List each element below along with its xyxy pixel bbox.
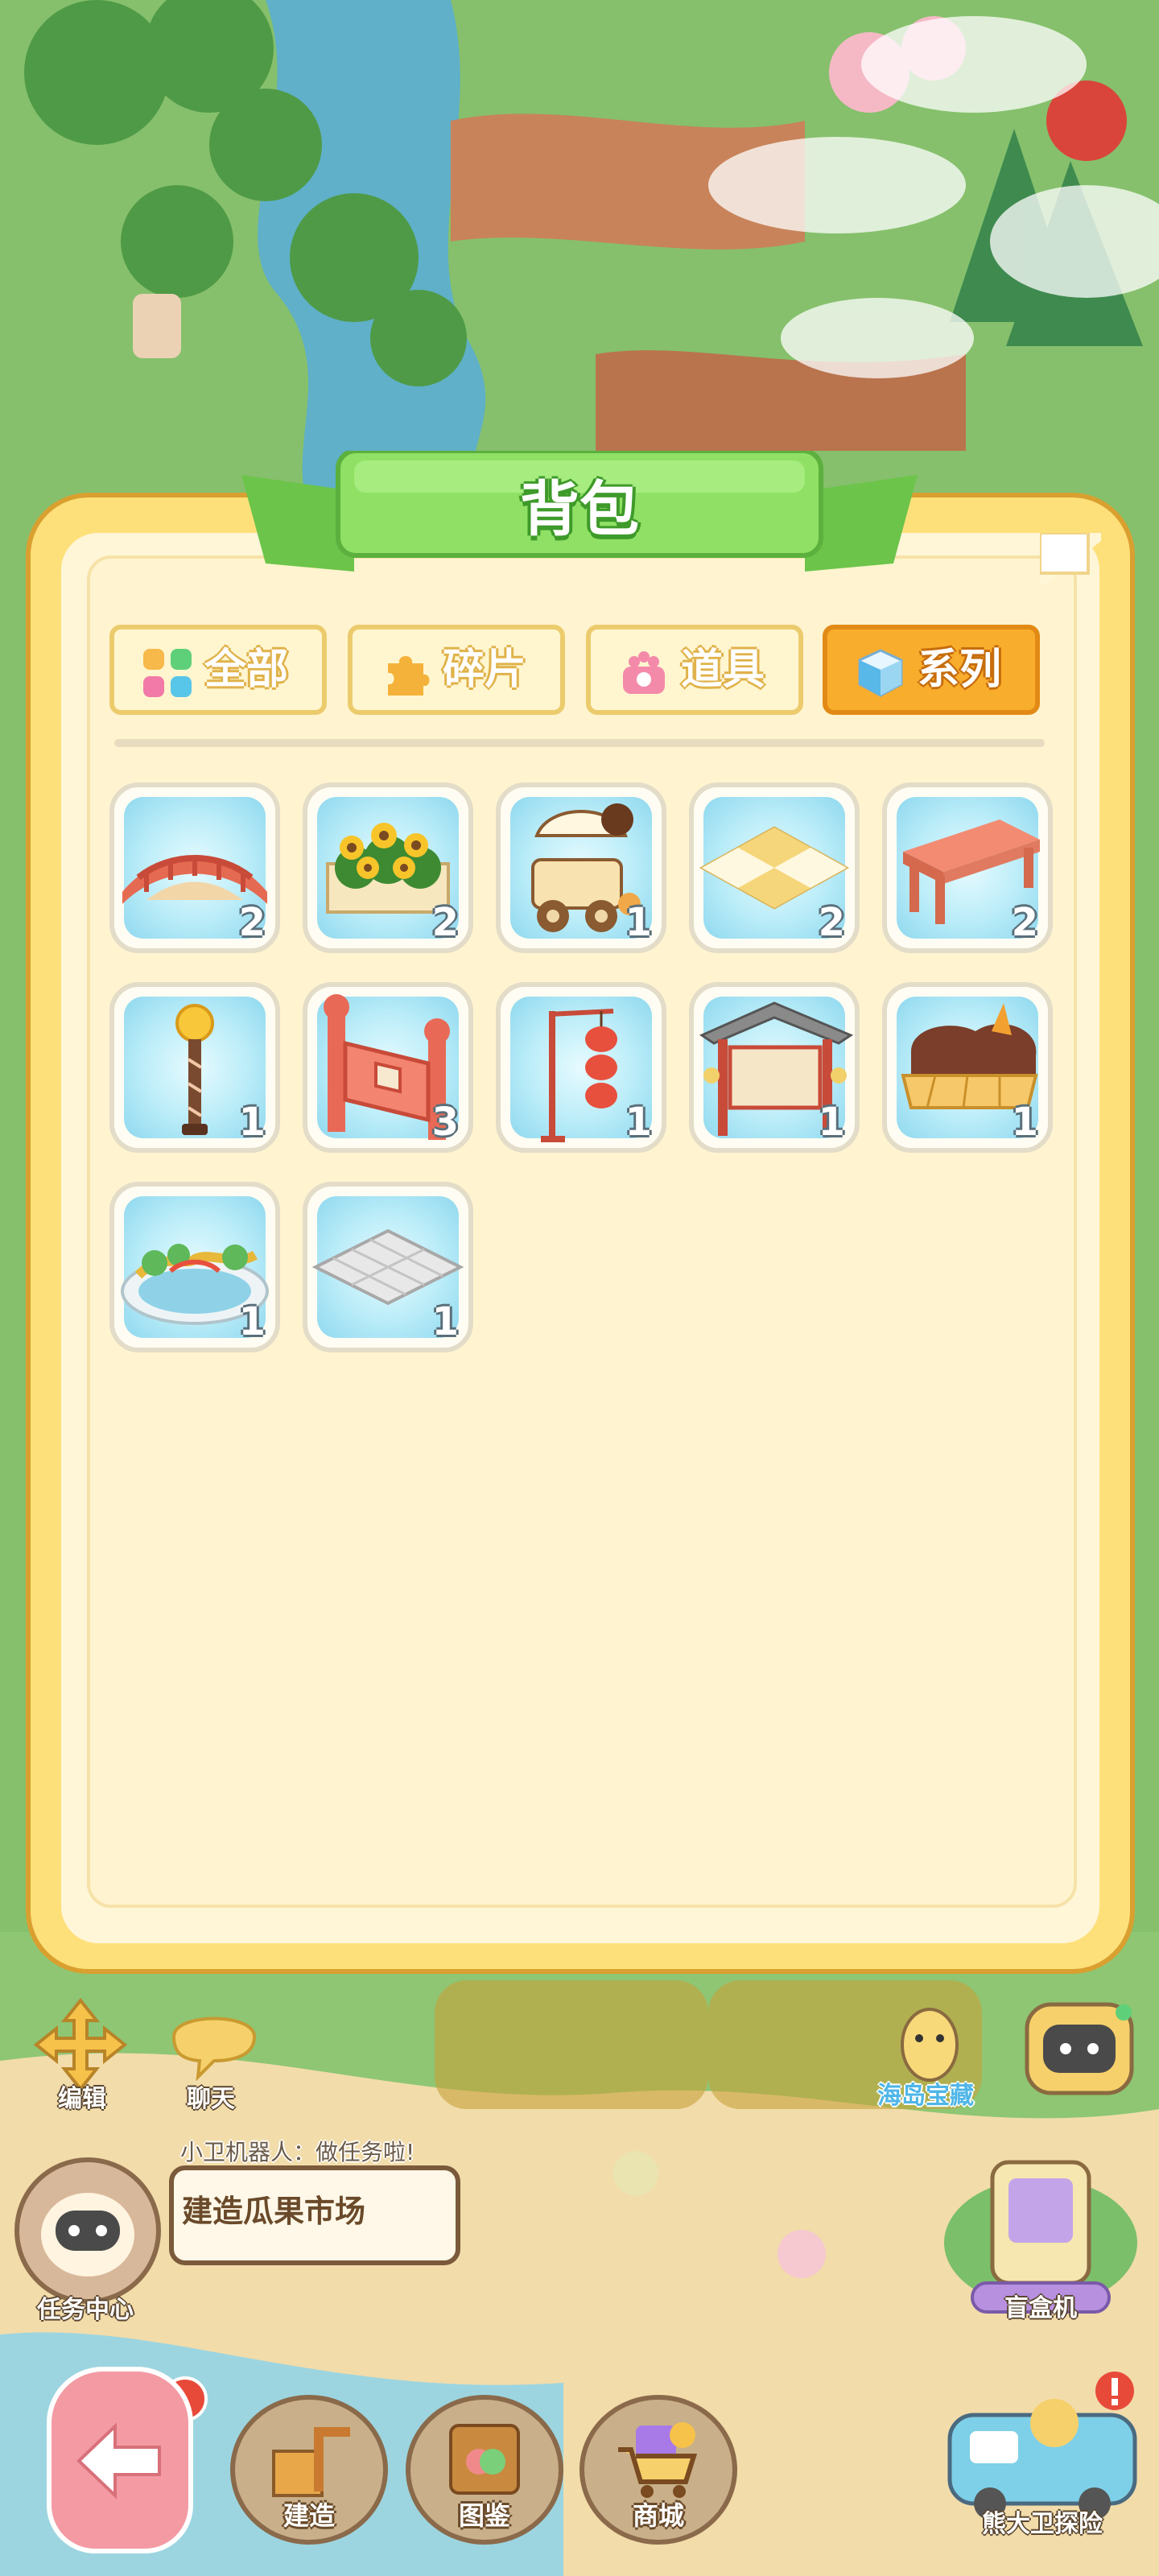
robot-tv-icon[interactable]	[1019, 1988, 1140, 2101]
item-slot-lantern-pole[interactable]: 1	[496, 982, 666, 1153]
tab-divider	[114, 739, 1045, 747]
item-slot-wooden-bench[interactable]: 2	[882, 782, 1053, 953]
tab-all-label: 全部	[204, 646, 289, 694]
task-text: 建造瓜果市场	[182, 2194, 366, 2229]
chat-icon[interactable]	[166, 2004, 262, 2085]
item-count: 2	[431, 900, 459, 945]
cube-icon	[858, 649, 903, 697]
build-label: 建造	[283, 2500, 335, 2531]
item-count: 1	[625, 1100, 652, 1145]
tab-series[interactable]: 系列	[823, 625, 1040, 715]
item-count: 1	[238, 1299, 266, 1344]
back-button[interactable]	[47, 2367, 193, 2553]
island-treasure-label: 海岛宝藏	[877, 2082, 974, 2110]
shop-label: 商城	[632, 2500, 684, 2531]
book-icon	[449, 2424, 520, 2495]
four-squares-icon	[143, 649, 192, 697]
item-count: 1	[431, 1299, 459, 1344]
item-slot-dragon-fountain[interactable]: 1	[109, 1182, 280, 1352]
atlas-label: 图鉴	[458, 2500, 510, 2531]
item-count: 1	[238, 1100, 266, 1145]
item-count: 1	[625, 900, 652, 945]
item-count: 2	[1011, 900, 1038, 945]
item-slot-street-lamp[interactable]: 1	[109, 982, 280, 1153]
item-slot-checkered-floor[interactable]: 2	[689, 782, 860, 953]
page-fold-corner	[1040, 533, 1101, 583]
edit-label: 编辑	[58, 2085, 106, 2113]
item-count: 2	[818, 900, 845, 945]
task-center-robot-icon[interactable]	[11, 2154, 164, 2307]
paw-box-icon	[623, 651, 665, 694]
item-count: 1	[818, 1100, 845, 1145]
robot-message: 小卫机器人：做任务啦!	[180, 2139, 415, 2165]
task-center-label: 任务中心	[37, 2296, 134, 2324]
item-count: 3	[431, 1100, 459, 1145]
back-arrow-icon	[76, 2422, 161, 2500]
tab-fragments[interactable]: 碎片	[348, 625, 565, 715]
tab-fragments-label: 碎片	[443, 646, 527, 694]
item-slot-notice-gate[interactable]: 1	[689, 982, 860, 1153]
tab-props[interactable]: 道具	[586, 625, 803, 715]
item-slot-sunflower-fence[interactable]: 2	[303, 782, 473, 953]
item-slot-stone-floor[interactable]: 1	[303, 1182, 473, 1352]
build-icon	[272, 2427, 350, 2497]
tab-all[interactable]: 全部	[109, 625, 327, 715]
tab-series-label: 系列	[918, 646, 1002, 694]
item-slot-chocolate-bench[interactable]: 1	[882, 982, 1053, 1153]
item-slot-ice-cream-cart[interactable]: 1	[496, 782, 666, 953]
item-slot-lattice-fence[interactable]: 3	[303, 982, 473, 1153]
item-count: 2	[238, 900, 266, 945]
item-count: 1	[1011, 1100, 1038, 1145]
puzzle-piece-icon	[388, 656, 430, 696]
item-slot-red-bridge[interactable]: 2	[109, 782, 280, 953]
bag-title: 背包	[520, 475, 639, 544]
adventure-label: 熊大卫探险	[982, 2510, 1103, 2538]
blind-box-label: 盲盒机	[1004, 2294, 1077, 2322]
shop-cart-icon	[618, 2422, 698, 2498]
chat-label: 聊天	[187, 2085, 235, 2113]
tab-props-label: 道具	[681, 646, 765, 694]
